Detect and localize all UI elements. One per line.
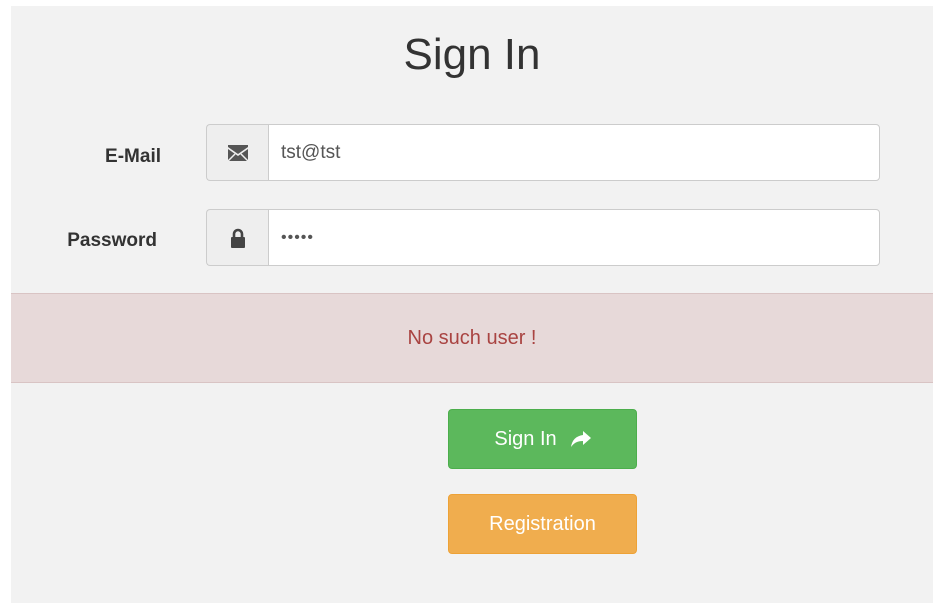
lock-icon [230, 228, 246, 248]
password-addon [206, 209, 268, 266]
share-arrow-icon [570, 431, 591, 447]
sign-in-panel: Sign In E-Mail Password [11, 6, 933, 603]
registration-button[interactable]: Registration [448, 494, 637, 554]
envelope-icon [227, 144, 248, 161]
error-alert: No such user ! [11, 293, 933, 383]
email-input-group [206, 124, 880, 181]
password-input[interactable] [268, 209, 880, 266]
registration-button-label: Registration [489, 512, 596, 535]
password-label: Password [67, 230, 157, 251]
sign-in-button[interactable]: Sign In [448, 409, 637, 469]
email-input[interactable] [268, 124, 880, 181]
password-input-group [206, 209, 880, 266]
alert-message: No such user ! [407, 326, 537, 349]
page-title: Sign In [403, 30, 541, 79]
sign-in-button-label: Sign In [494, 427, 557, 450]
email-label: E-Mail [105, 146, 161, 167]
email-addon [206, 124, 268, 181]
